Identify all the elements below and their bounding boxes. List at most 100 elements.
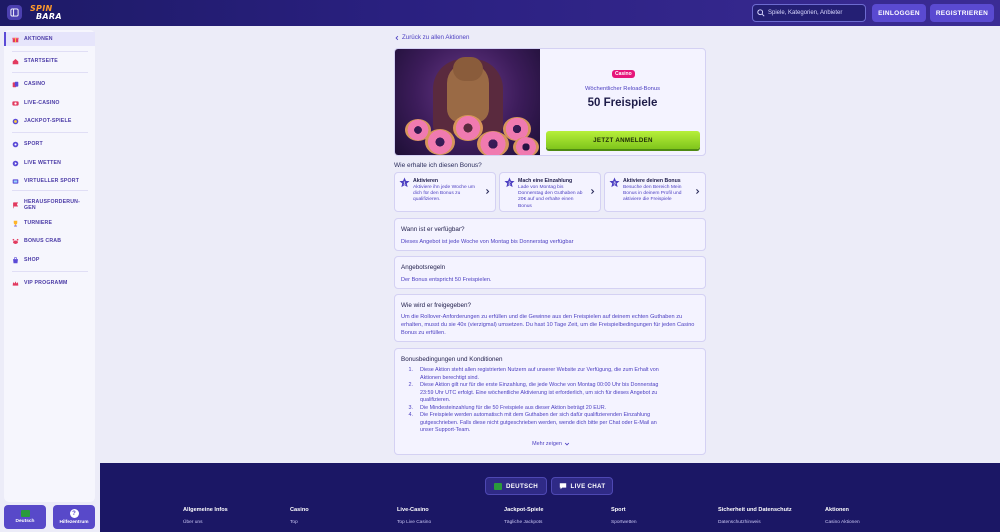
terms-item: 1. Diese Aktion steht allen registrierten… <box>408 367 659 381</box>
sidebar-item-label: TURNIERE <box>24 220 53 226</box>
sidebar-item-aktionen[interactable]: AKTIONEN <box>4 32 95 46</box>
cards-icon <box>12 81 19 88</box>
gift-icon <box>12 36 19 43</box>
sidebar-item-live-casino[interactable]: LIVE-CASINO <box>4 96 95 110</box>
live-icon <box>12 100 19 107</box>
sidebar-item-turniere[interactable]: TURNIERE <box>4 216 95 230</box>
signup-now-button[interactable]: JETZT ANMELDEN <box>546 131 700 149</box>
footer-link[interactable]: Tägliche Jackpots <box>504 520 543 525</box>
search-input[interactable]: Spiele, Kategorien, Anbieter <box>752 4 866 22</box>
footer-link[interactable]: Sportwetten <box>611 520 637 525</box>
step-text: Besuche den Bereich Mein Bonus in deinem… <box>623 185 682 203</box>
promo-image <box>395 49 540 155</box>
sidebar-item-label: STARTSEITE <box>24 58 58 64</box>
footer-link[interactable]: Top <box>290 520 309 525</box>
sidebar-item-label: VIP PROGRAMM <box>24 280 68 286</box>
step-card-2[interactable]: 2 Mach eine Einzahlung Lade von Montag b… <box>499 172 601 212</box>
footer-column-sport: Sport Sportwetten <box>611 507 637 525</box>
site-logo[interactable]: SPIN BARA <box>30 4 72 22</box>
footer-language-label: DEUTSCH <box>505 482 538 490</box>
chevron-right-icon <box>591 189 595 194</box>
step-title: Mach eine Einzahlung <box>518 178 573 184</box>
footer-column-security: Sicherheit und Datenschutz Datenschutzhi… <box>718 507 792 525</box>
step-title: Aktivieren <box>413 178 439 184</box>
help-label: Hilfezentrum <box>59 520 89 525</box>
footer-column-title: Live-Casino <box>397 507 429 513</box>
challenge-icon <box>12 201 19 209</box>
step-star-icon: 2 <box>504 177 515 188</box>
sidebar-bottom-actions: Deutsch ? Hilfezentrum <box>4 505 95 529</box>
sidebar-item-jackpot[interactable]: JACKPOT-SPIELE <box>4 114 95 128</box>
sidebar-item-label: HERAUSFORDERUN-GEN <box>24 199 81 211</box>
terms-item: 3. Die Mindesteinzahlung für die 50 Freis… <box>408 404 607 411</box>
trophy-icon <box>12 220 19 227</box>
chevron-left-icon <box>395 35 399 40</box>
sport-icon <box>12 141 19 148</box>
chevron-down-icon <box>564 442 569 446</box>
sidebar-item-bonus-crab[interactable]: BONUS CRAB <box>4 234 95 248</box>
live-chat-button[interactable]: LIVE CHAT <box>551 477 613 495</box>
step-card-1[interactable]: 1 Aktivieren Aktiviere ihn jede Woche um… <box>394 172 496 212</box>
sidebar-divider <box>12 132 88 133</box>
footer: DEUTSCH LIVE CHAT Allgemeine Infos Über … <box>100 463 1000 532</box>
footer-language-button[interactable]: DEUTSCH <box>485 477 547 495</box>
sidebar-item-herausforderungen[interactable]: HERAUSFORDERUN-GEN <box>4 196 95 214</box>
register-button[interactable]: REGISTRIEREN <box>930 4 994 22</box>
search-placeholder: Spiele, Kategorien, Anbieter <box>768 10 843 16</box>
promo-title: 50 Freispiele <box>587 97 658 109</box>
sidebar: AKTIONEN STARTSEITE CASINO LIVE-CASINO J… <box>4 30 95 502</box>
step-star-icon: 1 <box>399 177 410 188</box>
footer-link[interactable]: Über uns <box>183 520 228 525</box>
terms-item: 2. Diese Aktion gilt nur für die erste Ei… <box>408 382 659 403</box>
category-badge: Casino <box>612 70 635 78</box>
sidebar-item-label: LIVE-CASINO <box>24 100 60 106</box>
sidebar-item-live-wetten[interactable]: LIVE WETTEN <box>4 156 95 170</box>
sidebar-item-vip[interactable]: VIP PROGRAMM <box>4 276 95 290</box>
footer-column-title: Sport <box>611 507 626 513</box>
footer-column-title: Sicherheit und Datenschutz <box>718 507 792 513</box>
panel-title: Wann ist er verfügbar? <box>401 226 465 233</box>
jackpot-icon <box>12 118 19 125</box>
sidebar-item-label: SPORT <box>24 141 43 147</box>
login-button[interactable]: EINLOGGEN <box>872 4 926 22</box>
terms-panel: Bonusbedingungen und Konditionen 1. Diese… <box>394 348 706 455</box>
step-title: Aktiviere deinen Bonus <box>623 178 681 184</box>
step-star-icon: 3 <box>609 177 620 188</box>
sidebar-item-virtueller-sport[interactable]: VIRTUELLER SPORT <box>4 174 95 188</box>
step-card-3[interactable]: 3 Aktiviere deinen Bonus Besuche den Ber… <box>604 172 706 212</box>
panel-text: Um die Rollover-Anforderungen zu erfülle… <box>401 314 695 337</box>
footer-column-jackpot: Jackpot-Spiele Tägliche Jackpots <box>504 507 543 525</box>
sidebar-item-label: CASINO <box>24 81 46 87</box>
panel-title: Bonusbedingungen und Konditionen <box>401 356 503 363</box>
sidebar-item-casino[interactable]: CASINO <box>4 77 95 91</box>
sidebar-item-label: JACKPOT-SPIELE <box>24 118 72 124</box>
footer-column-live-casino: Live-Casino Top Live Casino <box>397 507 431 525</box>
footer-column-casino: Casino Top <box>290 507 309 525</box>
sidebar-item-startseite[interactable]: STARTSEITE <box>4 54 95 68</box>
back-to-promotions-link[interactable]: Zurück zu allen Aktionen <box>394 34 469 41</box>
chevron-right-icon <box>696 189 700 194</box>
footer-link[interactable]: Top Live Casino <box>397 520 431 525</box>
sidebar-item-label: BONUS CRAB <box>24 238 62 244</box>
chat-icon <box>559 483 566 490</box>
panel-title: Wie wird er freigegeben? <box>401 302 472 309</box>
sidebar-divider <box>12 51 88 52</box>
help-center-button[interactable]: ? Hilfezentrum <box>53 505 95 529</box>
footer-column-promotions: Aktionen Casino Aktionen <box>825 507 860 525</box>
footer-column-title: Casino <box>290 507 309 513</box>
sidebar-divider <box>12 271 88 272</box>
sidebar-item-sport[interactable]: SPORT <box>4 137 95 151</box>
show-more-button[interactable]: Mehr zeigen <box>395 441 707 447</box>
footer-link[interactable]: Datenschutzhinweis <box>718 520 792 525</box>
sidebar-item-shop[interactable]: SHOP <box>4 253 95 267</box>
promo-subtitle: Wöchentlicher Reload-Bonus <box>584 86 661 92</box>
release-panel: Wie wird er freigegeben? Um die Rollover… <box>394 294 706 342</box>
search-icon <box>757 9 765 17</box>
menu-toggle-button[interactable] <box>7 5 22 20</box>
footer-column-general: Allgemeine Infos Über uns <box>183 507 228 525</box>
live-bet-icon <box>12 160 19 167</box>
footer-link[interactable]: Casino Aktionen <box>825 520 860 525</box>
flag-icon <box>20 510 30 517</box>
crown-icon <box>12 280 19 287</box>
language-button[interactable]: Deutsch <box>4 505 46 529</box>
